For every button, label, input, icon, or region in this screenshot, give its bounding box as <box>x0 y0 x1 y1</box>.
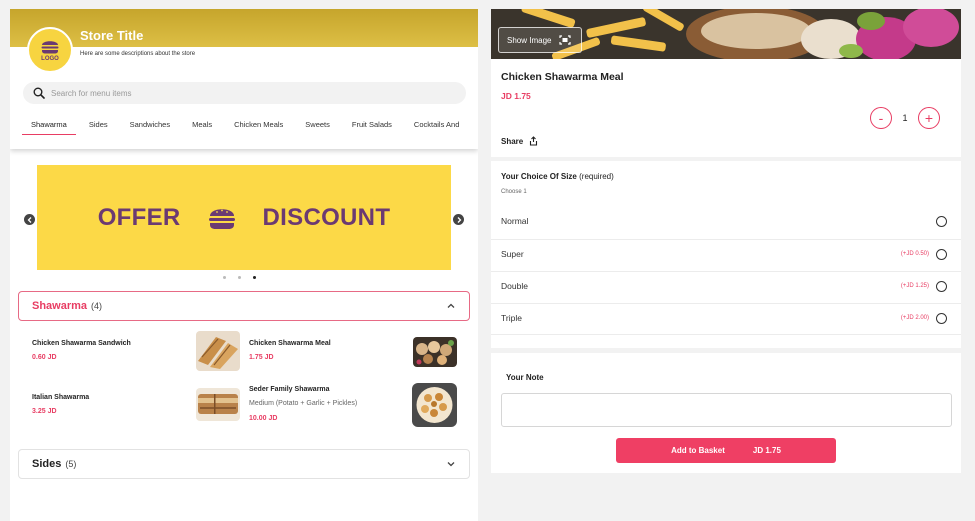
search-icon <box>33 87 45 99</box>
offer-carousel: OFFER DISCOUNT <box>10 163 478 283</box>
size-options-card: Your Choice Of Size (required) Choose 1 … <box>491 161 961 348</box>
size-option-normal[interactable]: Normal <box>491 207 961 239</box>
option-radio[interactable] <box>936 313 947 324</box>
store-header: LOGO Store Title Here are some descripti… <box>10 9 478 149</box>
carousel-dot[interactable] <box>223 276 226 279</box>
tab-chicken-meals[interactable]: Chicken Meals <box>223 113 294 135</box>
note-textarea[interactable] <box>501 393 952 427</box>
decrease-quantity-button[interactable]: - <box>870 107 892 129</box>
note-label: Your Note <box>506 373 544 382</box>
tab-sandwiches[interactable]: Sandwiches <box>119 113 181 135</box>
product-price: JD 1.75 <box>501 91 531 101</box>
item-image[interactable] <box>196 331 240 371</box>
options-required: (required) <box>579 172 614 181</box>
logo-text: LOGO <box>41 56 59 62</box>
options-title: Your Choice Of Size (required) <box>501 172 614 181</box>
offer-banner[interactable]: OFFER DISCOUNT <box>37 165 451 270</box>
store-title: Store Title <box>80 28 144 43</box>
option-extra-price: (+JD 2.00) <box>900 315 929 321</box>
option-radio[interactable] <box>936 249 947 260</box>
size-option-triple[interactable]: Triple (+JD 2.00) <box>491 303 961 335</box>
product-name: Chicken Shawarma Meal <box>501 71 624 83</box>
chevron-right-icon <box>457 216 461 223</box>
option-label: Normal <box>501 216 529 226</box>
section-count: (4) <box>91 301 103 311</box>
chevron-down-icon <box>447 462 455 467</box>
banner-offer-text: OFFER <box>97 203 181 231</box>
note-card: Your Note Add to Basket JD 1.75 <box>491 353 961 473</box>
option-label: Double <box>501 281 528 291</box>
store-description: Here are some descriptions about the sto… <box>80 51 196 57</box>
tab-shawarma[interactable]: Shawarma <box>20 113 78 135</box>
size-option-double[interactable]: Double (+JD 1.25) <box>491 271 961 303</box>
show-image-button[interactable]: Show Image <box>498 27 582 53</box>
share-label: Share <box>501 136 524 146</box>
category-tabs: Shawarma Sides Sandwiches Meals Chicken … <box>20 113 478 135</box>
add-to-basket-label: Add to Basket <box>671 446 725 455</box>
option-extra-price: (+JD 1.25) <box>900 283 929 289</box>
item-price: 1.75 JD <box>249 354 274 361</box>
product-info-card: Chicken Shawarma Meal JD 1.75 - 1 + Shar… <box>491 59 961 157</box>
options-subtitle: Choose 1 <box>501 189 527 195</box>
chevron-left-icon <box>27 216 31 223</box>
item-image[interactable] <box>413 337 457 367</box>
options-title-text: Your Choice Of Size <box>501 172 577 181</box>
quantity-value: 1 <box>902 113 908 123</box>
tab-cocktails[interactable]: Cocktails And <box>403 113 470 135</box>
option-extra-price: (+JD 0.50) <box>900 251 929 257</box>
item-image[interactable] <box>196 388 240 421</box>
option-radio[interactable] <box>936 216 947 227</box>
search-input[interactable] <box>51 85 451 101</box>
item-name: Chicken Shawarma Sandwich <box>32 340 131 347</box>
item-price: 3.25 JD <box>32 408 57 415</box>
expand-icon <box>559 35 572 45</box>
section-count: (5) <box>65 459 77 469</box>
share-icon <box>530 136 538 146</box>
share-button[interactable]: Share <box>501 136 538 146</box>
section-title: Sides <box>32 458 62 470</box>
carousel-dots <box>223 276 256 279</box>
carousel-next-button[interactable] <box>453 214 464 225</box>
store-logo: LOGO <box>27 27 73 73</box>
product-detail-panel: Show Image Chicken Shawarma Meal JD 1.75… <box>491 9 961 473</box>
section-title: Shawarma <box>32 300 88 312</box>
product-hero-image[interactable]: Show Image <box>491 9 961 59</box>
increase-quantity-button[interactable]: + <box>918 107 940 129</box>
item-price: 10.00 JD <box>249 415 278 422</box>
tab-meals[interactable]: Meals <box>181 113 223 135</box>
add-to-basket-button[interactable]: Add to Basket JD 1.75 <box>616 438 836 463</box>
section-header-sides[interactable]: Sides (5) <box>18 449 470 479</box>
section-header-shawarma[interactable]: Shawarma (4) <box>18 291 470 321</box>
carousel-dot-active[interactable] <box>253 276 256 279</box>
item-image[interactable] <box>412 383 457 427</box>
chevron-up-icon <box>447 303 455 308</box>
tab-sides[interactable]: Sides <box>78 113 119 135</box>
quantity-stepper: - 1 + <box>870 107 940 129</box>
carousel-dot[interactable] <box>238 276 241 279</box>
item-name: Italian Shawarma <box>32 394 90 401</box>
item-price: 0.60 JD <box>32 354 57 361</box>
tab-fruit-salads[interactable]: Fruit Salads <box>341 113 403 135</box>
option-label: Triple <box>501 313 522 323</box>
burger-icon <box>41 41 59 54</box>
add-to-basket-price: JD 1.75 <box>752 446 781 455</box>
item-description: Medium (Potato + Garlic + Pickles) <box>249 400 358 407</box>
item-name: Seder Family Shawarma <box>249 386 330 393</box>
tab-sweets[interactable]: Sweets <box>294 113 341 135</box>
option-radio[interactable] <box>936 281 947 292</box>
carousel-prev-button[interactable] <box>24 214 35 225</box>
item-name: Chicken Shawarma Meal <box>249 340 331 347</box>
burger-icon <box>208 208 235 229</box>
size-option-super[interactable]: Super (+JD 0.50) <box>491 239 961 271</box>
search-bar[interactable] <box>23 82 466 104</box>
store-menu-panel: LOGO Store Title Here are some descripti… <box>10 9 478 521</box>
banner-discount-text: DISCOUNT <box>262 203 391 231</box>
option-label: Super <box>501 249 524 259</box>
show-image-label: Show Image <box>507 35 552 45</box>
